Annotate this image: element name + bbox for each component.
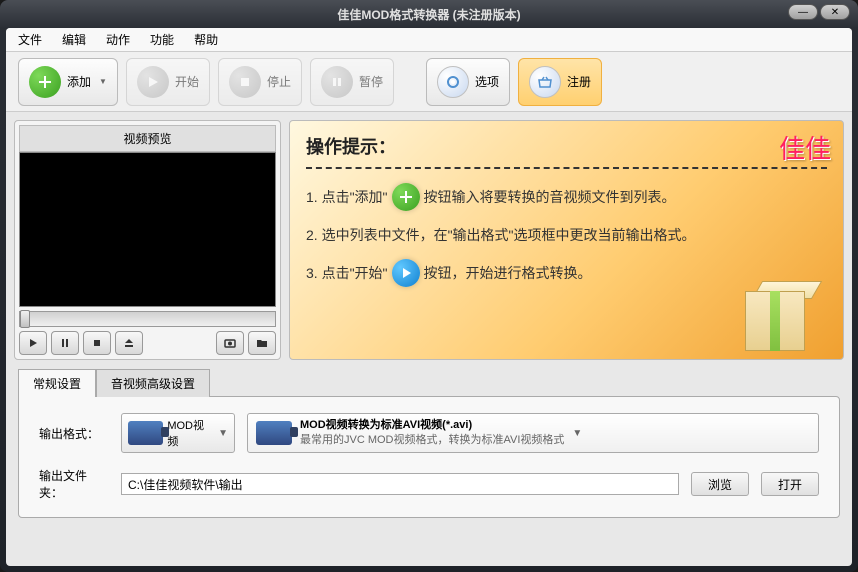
window-title: 佳佳MOD格式转换器 (未注册版本)	[337, 6, 520, 23]
instruction-title: 操作提示：	[306, 133, 827, 159]
browse-button[interactable]: 浏览	[691, 472, 749, 496]
options-button[interactable]: 选项	[426, 58, 510, 106]
chevron-down-icon: ▼	[572, 428, 582, 439]
start-label: 开始	[175, 73, 199, 90]
format-select[interactable]: MOD视频 ▼	[121, 413, 235, 453]
add-button[interactable]: 添加 ▼	[18, 58, 118, 106]
play-icon	[137, 66, 169, 98]
instruction-step-2: 2. 选中列表中文件，在"输出格式"选项框中更改当前输出格式。	[306, 225, 827, 245]
preview-folder-button[interactable]	[248, 331, 276, 355]
menu-function[interactable]: 功能	[146, 29, 178, 50]
gear-icon	[437, 66, 469, 98]
menu-file[interactable]: 文件	[14, 29, 46, 50]
options-label: 选项	[475, 73, 499, 90]
add-label: 添加	[67, 73, 91, 90]
pause-icon	[321, 66, 353, 98]
stop-label: 停止	[267, 73, 291, 90]
preview-eject-button[interactable]	[115, 331, 143, 355]
minimize-button[interactable]: —	[788, 4, 818, 20]
play-icon	[392, 259, 420, 287]
preview-slider[interactable]	[19, 311, 276, 327]
slider-thumb[interactable]	[20, 310, 30, 328]
pause-button[interactable]: 暂停	[310, 58, 394, 106]
close-button[interactable]: ✕	[820, 4, 850, 20]
dropdown-arrow-icon: ▼	[99, 77, 107, 86]
camcorder-icon	[128, 421, 163, 445]
basket-icon	[529, 66, 561, 98]
preview-pause-button[interactable]	[51, 331, 79, 355]
menu-action[interactable]: 动作	[102, 29, 134, 50]
instruction-step-1: 1. 点击"添加" 按钮输入将要转换的音视频文件到列表。	[306, 183, 827, 211]
stop-button[interactable]: 停止	[218, 58, 302, 106]
output-path-input[interactable]	[121, 473, 679, 495]
menu-edit[interactable]: 编辑	[58, 29, 90, 50]
open-button[interactable]: 打开	[761, 472, 819, 496]
preview-video	[19, 152, 276, 307]
preview-title: 视频预览	[19, 125, 276, 152]
preview-panel: 视频预览	[14, 120, 281, 360]
divider	[306, 167, 827, 169]
tab-content: 输出格式： MOD视频 ▼ MOD视频转换为标准AVI视频(*.avi) 最常用…	[18, 396, 840, 518]
brand-logo: 佳佳	[779, 129, 831, 166]
format-description-select[interactable]: MOD视频转换为标准AVI视频(*.avi) 最常用的JVC MOD视频格式，转…	[247, 413, 819, 453]
chevron-down-icon: ▼	[218, 428, 228, 439]
pause-label: 暂停	[359, 73, 383, 90]
plus-icon	[392, 183, 420, 211]
register-label: 注册	[567, 73, 591, 90]
titlebar: 佳佳MOD格式转换器 (未注册版本) — ✕	[0, 0, 858, 28]
instruction-panel: 佳佳 操作提示： 1. 点击"添加" 按钮输入将要转换的音视频文件到列表。 2.…	[289, 120, 844, 360]
register-button[interactable]: 注册	[518, 58, 602, 106]
tab-general[interactable]: 常规设置	[18, 369, 96, 397]
preview-snapshot-button[interactable]	[216, 331, 244, 355]
output-format-label: 输出格式：	[39, 425, 109, 442]
plus-icon	[29, 66, 61, 98]
menu-help[interactable]: 帮助	[190, 29, 222, 50]
start-button[interactable]: 开始	[126, 58, 210, 106]
tab-advanced[interactable]: 音视频高级设置	[96, 369, 210, 397]
camcorder-icon	[256, 421, 292, 445]
stop-icon	[229, 66, 261, 98]
preview-stop-button[interactable]	[83, 331, 111, 355]
output-folder-label: 输出文件夹：	[39, 467, 109, 501]
preview-play-button[interactable]	[19, 331, 47, 355]
toolbar: 添加 ▼ 开始 停止 暂停 选项 注册	[6, 52, 852, 112]
package-box-image	[745, 281, 825, 351]
menubar: 文件 编辑 动作 功能 帮助	[6, 28, 852, 52]
